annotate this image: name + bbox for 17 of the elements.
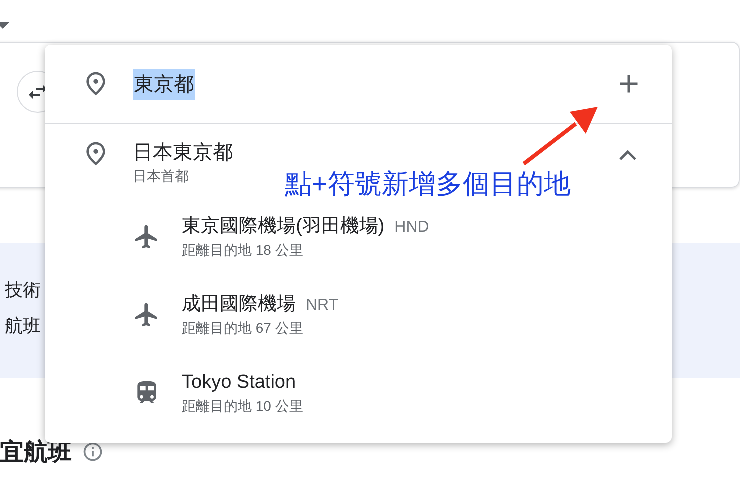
- place-code: HND: [394, 219, 430, 237]
- place-code: NRT: [306, 297, 339, 315]
- distance-text: 距離目的地 10 公里: [182, 397, 304, 416]
- place-name[interactable]: Tokyo Station: [182, 370, 296, 396]
- destination-input[interactable]: 東京都: [133, 68, 195, 100]
- distance-text: 距離目的地 67 公里: [182, 319, 304, 338]
- place-name[interactable]: 東京國際機場(羽田機場): [182, 214, 385, 240]
- distance-text: 距離目的地 18 公里: [182, 241, 304, 260]
- place-name[interactable]: 成田國際機場: [182, 292, 296, 318]
- info-icon: [82, 441, 104, 463]
- suggestion-title[interactable]: 日本東京都: [133, 140, 233, 166]
- banner-text: 航班: [5, 315, 41, 338]
- dropdown-caret-icon: [0, 22, 10, 29]
- annotation-text: 點+符號新增多個目的地: [285, 168, 571, 201]
- banner-text: 技術: [5, 279, 41, 302]
- suggestion-subtitle: 日本首都: [133, 167, 190, 186]
- chevron-up-icon: [619, 150, 637, 161]
